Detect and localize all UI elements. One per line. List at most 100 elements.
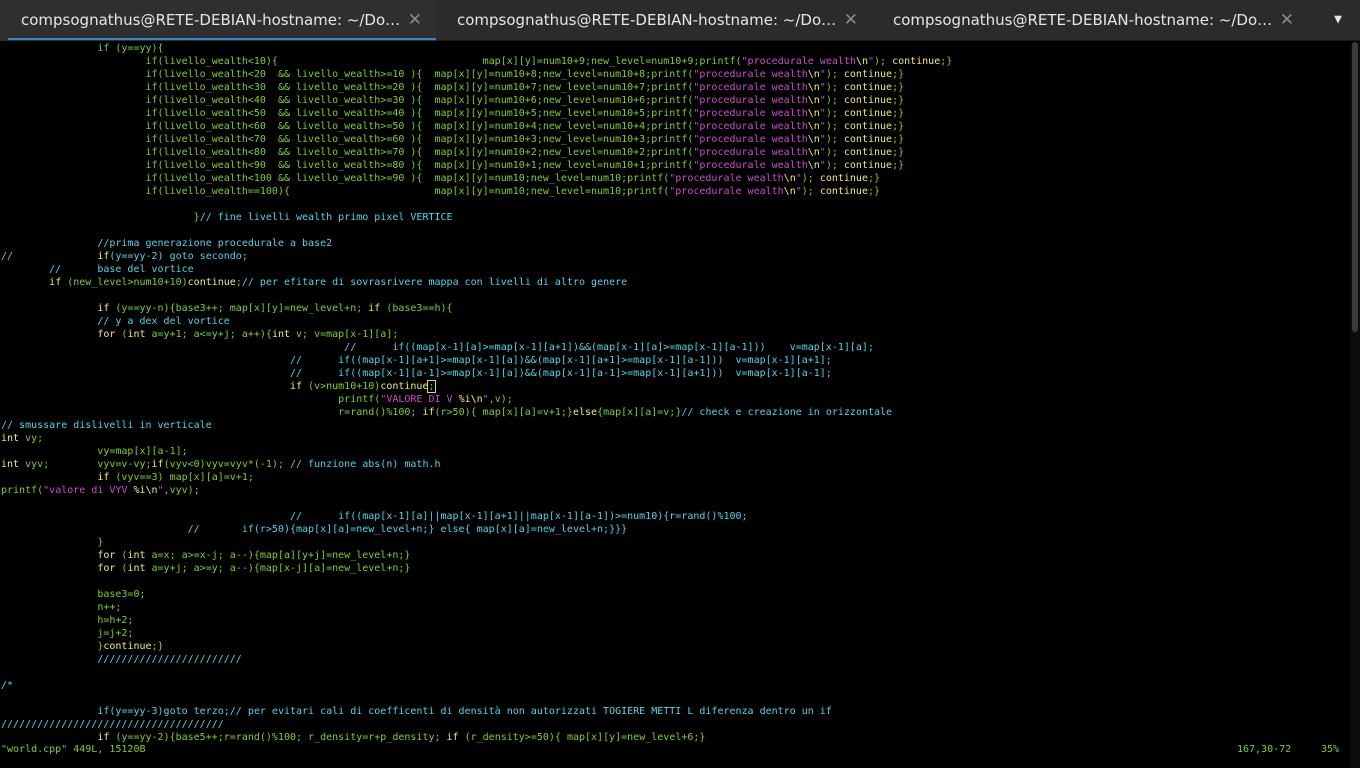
code-token: ,v);	[488, 394, 513, 405]
code-token: (y==yy-2){base5++;r=rand()%100; r_densit…	[109, 732, 447, 743]
code-token: \n	[783, 173, 796, 184]
code-line: // if((map[x-1][a-1]>=map[x-1][a])&&(map…	[1, 367, 952, 380]
code-line: if (vyv==3) map[x][a]=v+1;	[1, 471, 952, 484]
scrollbar-thumb[interactable]	[1352, 42, 1358, 332]
code-token: if(livello_wealth<80 && livello_wealth>=…	[1, 147, 694, 158]
code-token: if	[49, 277, 62, 288]
code-line: // if((map[x-1][a]>=map[x-1][a+1])&&(map…	[1, 341, 952, 354]
chevron-down-icon[interactable]: ▼	[1328, 0, 1348, 40]
close-icon[interactable]: ✕	[408, 0, 422, 40]
close-icon[interactable]: ✕	[844, 0, 858, 40]
code-token: continue	[843, 134, 893, 145]
code-line: // if((map[x-1][a]||map[x-1][a+1]||map[x…	[1, 510, 952, 523]
code-token: // y a dex del vortice	[1, 316, 230, 327]
code-token: vyv; vyv=v-vy;	[19, 459, 152, 470]
terminal-tab-1[interactable]: compsognathus@RETE-DEBIAN-hostname: ~/Do…	[0, 0, 436, 41]
code-token: "procedurale wealth	[693, 69, 808, 80]
code-token: // if((map[x-1][a]>=map[x-1][a+1])&&(map…	[1, 342, 874, 353]
code-line: // if((map[x-1][a+1]>=map[x-1][a])&&(map…	[1, 354, 952, 367]
code-token: );	[825, 95, 844, 106]
code-token: ;}	[892, 134, 905, 145]
code-token: (v>num10+10)	[302, 381, 381, 392]
code-token: // if(r>50){map[x][a]=new_level+n;} else…	[1, 524, 628, 535]
code-token: continue	[103, 641, 152, 652]
code-line: int vyv; vyv=v-vy;if(vyv<0)vyv=vyv*(-1);…	[1, 458, 952, 471]
code-line: if (y==yy){	[1, 42, 952, 55]
code-token: if	[97, 472, 110, 483]
code-token: continue	[843, 121, 893, 132]
code-token: if(livello_wealth<90 && livello_wealth>=…	[1, 160, 694, 171]
code-token: continue	[892, 56, 941, 67]
code-line: vy=map[x][a-1];	[1, 445, 952, 458]
code-line: if(y==yy-3)goto terzo;// per evitari cal…	[1, 705, 952, 718]
code-token: );	[801, 173, 820, 184]
code-token: \n	[807, 134, 820, 145]
tab-title: compsognathus@RETE-DEBIAN-hostname: ~/Do…	[457, 11, 842, 29]
code-editor[interactable]: if (y==yy){ if(livello_wealth<10){ map[x…	[1, 42, 952, 744]
code-line: r=rand()%100; if(r>50){ map[x][a]=v+1;}e…	[1, 406, 952, 419]
code-token: (	[115, 329, 128, 340]
vim-status-line: "world.cpp" 449L, 15120B 167,30-72 35%	[0, 743, 1350, 756]
code-token: if(livello_wealth<60 && livello_wealth>=…	[1, 121, 694, 132]
code-token: );	[825, 121, 844, 132]
code-line: }// fine livelli wealth primo pixel VERT…	[1, 211, 952, 224]
code-token: (new_level>num10+10)	[61, 277, 188, 288]
code-token: "valore di VYV	[43, 485, 134, 496]
code-token: ;}	[892, 160, 905, 171]
code-token: "procedurale wealth	[693, 95, 808, 106]
code-token: ;}	[892, 121, 905, 132]
code-token: }	[1, 641, 104, 652]
code-token: // base del vortice	[1, 264, 194, 275]
terminal-tab-2[interactable]: compsognathus@RETE-DEBIAN-hostname: ~/Do…	[436, 0, 872, 41]
tab-title: compsognathus@RETE-DEBIAN-hostname: ~/Do…	[21, 11, 406, 29]
code-token: for	[97, 329, 116, 340]
code-line: }continue;}	[1, 640, 952, 653]
code-token: (	[115, 550, 128, 561]
code-token: else	[572, 407, 598, 418]
code-token: r=rand()%100;	[1, 407, 423, 418]
code-token: continue	[843, 160, 893, 171]
code-token: (vyv==3) map[x][a]=v+1;	[109, 472, 254, 483]
code-token: if	[289, 381, 303, 392]
code-token: }	[1, 537, 104, 548]
code-token: "procedurale wealth	[693, 121, 808, 132]
terminal-tab-3[interactable]: compsognathus@RETE-DEBIAN-hostname: ~/Do…	[872, 0, 1308, 41]
code-token: continue	[843, 82, 893, 93]
code-token: int	[1, 459, 20, 470]
code-token: for	[97, 550, 116, 561]
code-token: (vyv<0)vyv=vyv*(-1);	[163, 459, 290, 470]
code-line: if(livello_wealth<70 && livello_wealth>=…	[1, 133, 952, 146]
code-token: ;}	[892, 69, 905, 80]
tab-bar: compsognathus@RETE-DEBIAN-hostname: ~/Do…	[0, 0, 1360, 41]
scrollbar[interactable]	[1350, 42, 1360, 768]
code-line: printf("VALORE DI V %i\n",v);	[1, 393, 952, 406]
code-line: if(livello_wealth<10){ map[x][y]=num10+9…	[1, 55, 952, 68]
code-line: if(livello_wealth<60 && livello_wealth>=…	[1, 120, 952, 133]
code-token: //prima generazione procedurale a base2	[1, 238, 333, 249]
code-line: for (int a=x; a>=x-j; a--){map[a][y+j]=n…	[1, 549, 952, 562]
code-token: continue	[819, 186, 868, 197]
code-token: "procedurale wealth	[741, 56, 856, 67]
code-token: j=j+2;	[1, 628, 134, 639]
close-icon[interactable]: ✕	[1280, 0, 1294, 40]
cursor-position: 167,30-72	[1237, 744, 1292, 755]
code-line: }	[1, 536, 952, 549]
terminal-view[interactable]: if (y==yy){ if(livello_wealth<10){ map[x…	[0, 42, 1350, 768]
code-token: ;}	[892, 108, 905, 119]
code-line: if(livello_wealth<100 && livello_wealth>…	[1, 172, 952, 185]
code-token: (r>50){ map[x][a]=v+1;}	[434, 407, 573, 418]
code-token: ;}	[867, 186, 881, 197]
code-token: // if((map[x-1][a]||map[x-1][a+1]||map[x…	[1, 511, 748, 522]
code-line: int vy;	[1, 432, 952, 445]
code-token: "procedurale wealth	[669, 173, 784, 184]
code-token: // funzione abs(n) math.h	[290, 459, 441, 470]
